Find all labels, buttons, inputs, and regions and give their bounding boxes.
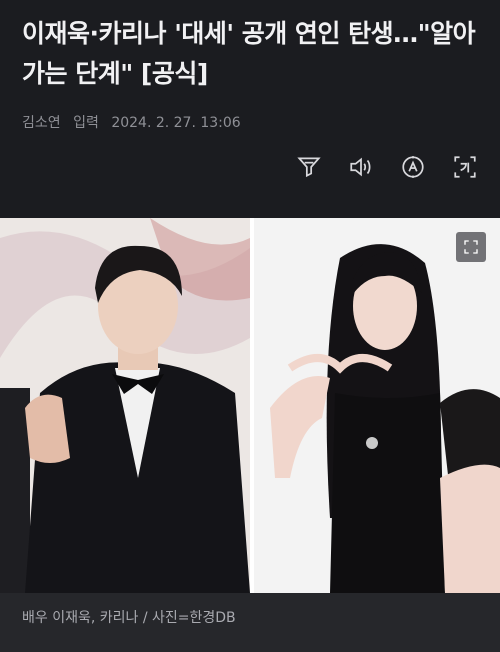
text-to-speech-button[interactable] [346,152,376,182]
font-size-button[interactable] [398,152,428,182]
translate-icon [454,156,476,178]
published-label: 입력 [73,115,99,131]
speaker-icon [350,157,371,177]
article-toolbar [294,152,480,182]
article-photo [0,218,500,593]
published-time: 2024. 2. 27. 13:06 [111,115,241,131]
couple-photo [0,218,500,593]
reporter-name: 김소연 [22,115,61,131]
expand-photo-button[interactable] [456,232,486,262]
article-headline: 이재욱·카리나 '대세' 공개 연인 탄생…"알아가는 단계" [공식] [22,19,476,88]
photo-caption: 배우 이재욱, 카리나 / 사진=한경DB [0,593,500,652]
expand-icon [464,240,478,254]
filter-button[interactable] [294,152,324,182]
font-size-icon [402,156,424,178]
filter-icon [297,157,321,178]
article-meta: 김소연 입력 2024. 2. 27. 13:06 [22,112,241,132]
translate-button[interactable] [450,152,480,182]
